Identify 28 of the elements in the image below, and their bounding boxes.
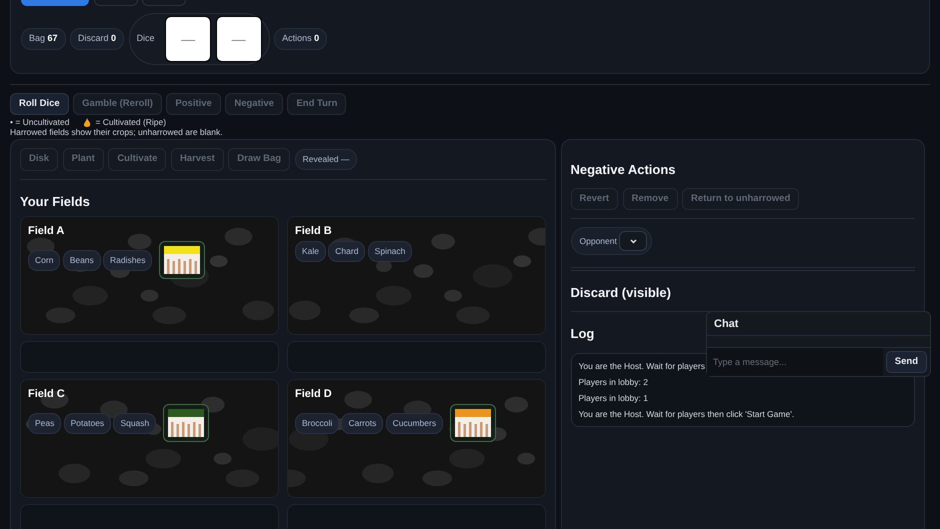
stat-pill: Actions 0 bbox=[274, 28, 328, 50]
section-title: Log bbox=[570, 324, 596, 343]
chat-title: Chat bbox=[714, 318, 738, 330]
revealed-pill: Revealed — bbox=[294, 148, 358, 170]
die: — bbox=[165, 16, 212, 62]
section-title: Your Fields bbox=[20, 192, 91, 211]
crop-tag: Spinach bbox=[368, 241, 412, 262]
log-entry: You are the Host. Wait for players bbox=[578, 360, 705, 374]
legend-text: = Cultivated (Ripe) bbox=[95, 118, 166, 128]
chevron-down-icon bbox=[630, 238, 637, 244]
log-entry: You are the Host. Wait for players then click 'Start Game'. bbox=[578, 408, 794, 422]
log-entry: Players in lobby: 1 bbox=[578, 392, 648, 406]
send-button[interactable]: Send bbox=[886, 351, 927, 374]
message-field[interactable]: Type a message... bbox=[707, 348, 883, 376]
dice-label: Dice bbox=[136, 32, 155, 46]
die: — bbox=[216, 16, 262, 62]
crop-tag: Chard bbox=[328, 241, 366, 262]
section-title: Discard (visible) bbox=[570, 284, 672, 302]
log-entry: Players in lobby: 2 bbox=[578, 376, 648, 390]
legend-note: Harrowed fields show their crops; unharrowed are blank. bbox=[10, 128, 224, 137]
action-button[interactable]: Roll Dice bbox=[10, 93, 69, 116]
stat-pill: Bag 67 bbox=[21, 28, 66, 50]
section-title: Negative Actions bbox=[570, 161, 676, 180]
legend-text: • = Uncultivated bbox=[10, 118, 70, 128]
opponent-selector[interactable]: Opponent bbox=[570, 227, 652, 256]
crop-tag: Kale bbox=[295, 241, 326, 262]
field-title: Field B bbox=[295, 224, 333, 239]
stat-pill: Discard 0 bbox=[70, 28, 124, 50]
